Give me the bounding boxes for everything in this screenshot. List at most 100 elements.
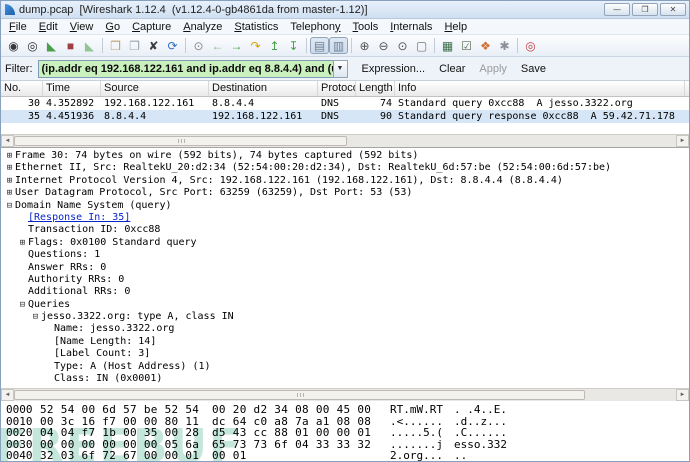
autoscroll-toggle-icon[interactable]: ▥ (329, 37, 348, 54)
column-header-info[interactable]: Info (395, 81, 685, 96)
close-file-icon[interactable]: ✘ (144, 37, 163, 54)
column-header-time[interactable]: Time (43, 81, 101, 96)
tree-row[interactable]: ⊟ Queries (1, 299, 689, 311)
open-file-icon[interactable]: ❒ (106, 37, 125, 54)
tree-row[interactable]: ⊞ Internet Protocol Version 4, Src: 192.1… (1, 175, 689, 187)
scrollbar-track[interactable] (14, 389, 676, 401)
go-forward-icon[interactable]: → (227, 37, 246, 54)
list-interfaces-icon[interactable]: ◉ (4, 37, 23, 54)
display-filter-icon[interactable]: ☑ (457, 37, 476, 54)
scroll-left-arrow-icon[interactable]: ◄ (1, 135, 14, 147)
collapse-minus-icon[interactable]: ⊟ (4, 200, 15, 212)
expand-plus-icon[interactable]: ⊞ (4, 162, 15, 174)
tree-row[interactable]: [Label Count: 3] (1, 348, 689, 360)
tree-row[interactable]: ⊞ Flags: 0x0100 Standard query (1, 237, 689, 249)
expand-plus-icon[interactable]: ⊞ (17, 237, 28, 249)
resize-columns-icon[interactable]: ▢ (412, 37, 431, 54)
tree-row[interactable]: Transaction ID: 0xcc88 (1, 224, 689, 236)
save-file-icon[interactable]: ❐ (125, 37, 144, 54)
apply-button[interactable]: Apply (479, 63, 507, 75)
menu-tools[interactable]: Tools (347, 21, 385, 33)
zoom-out-icon[interactable]: ⊖ (374, 37, 393, 54)
menu-internals[interactable]: Internals (384, 21, 438, 33)
menu-view[interactable]: View (64, 21, 100, 33)
expression-button[interactable]: Expression... (362, 63, 426, 75)
go-to-packet-icon[interactable]: ↷ (246, 37, 265, 54)
hex-ascii: 2.org... (390, 449, 443, 462)
response-in-link[interactable]: [Response In: 35] (28, 212, 130, 224)
detail-hscrollbar[interactable]: ◄ ► (1, 388, 689, 401)
menu-telephony[interactable]: Telephony (284, 21, 346, 33)
tree-row[interactable]: Answer RRs: 0 (1, 262, 689, 274)
tree-row[interactable]: Questions: 1 (1, 249, 689, 261)
menu-statistics[interactable]: Statistics (228, 21, 284, 33)
start-capture-icon[interactable]: ◣ (42, 37, 61, 54)
scroll-right-arrow-icon[interactable]: ► (676, 389, 689, 401)
scrollbar-track[interactable] (14, 135, 676, 147)
tree-row[interactable]: ⊞ Frame 30: 74 bytes on wire (592 bits), … (1, 150, 689, 162)
tree-row-label: Queries (28, 298, 71, 310)
go-back-icon[interactable]: ← (208, 37, 227, 54)
capture-options-icon[interactable]: ◎ (23, 37, 42, 54)
go-to-bottom-icon[interactable]: ↧ (284, 37, 303, 54)
menu-file[interactable]: File (3, 21, 33, 33)
expand-plus-icon[interactable]: ⊞ (4, 150, 15, 162)
tree-row[interactable]: Class: IN (0x0001) (1, 373, 689, 385)
menu-help[interactable]: Help (438, 21, 473, 33)
menu-edit[interactable]: Edit (33, 21, 64, 33)
hex-row-0040[interactable]: 0040 32 03 6f 72 67 00 00 01 00 01 2.org...… (1, 449, 689, 462)
menu-go[interactable]: Go (99, 21, 126, 33)
tree-row[interactable]: ⊞ Ethernet II, Src: RealtekU_20:d2:34 (52… (1, 162, 689, 174)
collapse-minus-icon[interactable]: ⊟ (17, 299, 28, 311)
collapse-minus-icon[interactable]: ⊟ (30, 311, 41, 323)
expand-plus-icon[interactable]: ⊞ (4, 175, 15, 187)
tree-row[interactable]: Name: jesso.3322.org (1, 323, 689, 335)
expand-plus-icon[interactable]: ⊞ (4, 187, 15, 199)
packet-row-30[interactable]: 30 4.352892 192.168.122.161 8.8.4.4 DNS 74 Sta… (1, 97, 689, 110)
hex-row-0020[interactable]: 0020 04 04 f7 1b 00 35 00 28 d5 43 cc 88 0… (1, 427, 689, 439)
tree-row-label: Questions: 1 (28, 249, 101, 261)
close-button[interactable]: ✕ (660, 3, 686, 16)
tree-row[interactable]: ⊟ jesso.3322.org: type A, class IN (1, 311, 689, 323)
filter-input[interactable]: (ip.addr eq 192.168.122.161 and ip.addr … (37, 59, 334, 78)
column-header-destination[interactable]: Destination (209, 81, 318, 96)
go-to-top-icon[interactable]: ↥ (265, 37, 284, 54)
minimize-button[interactable]: — (604, 3, 630, 16)
tree-row[interactable]: ⊟ Domain Name System (query) (1, 200, 689, 212)
zoom-100-icon[interactable]: ⊙ (393, 37, 412, 54)
stop-capture-icon[interactable]: ■ (61, 37, 80, 54)
preferences-icon[interactable]: ✱ (495, 37, 514, 54)
tree-row[interactable]: Type: A (Host Address) (1) (1, 361, 689, 373)
scrollbar-thumb[interactable] (14, 136, 347, 146)
coloring-rules-icon[interactable]: ❖ (476, 37, 495, 54)
tree-row[interactable]: [Response In: 35] (1, 212, 689, 224)
tree-row[interactable]: Additional RRs: 0 (1, 286, 689, 298)
column-header-protocol[interactable]: Protocol (318, 81, 356, 96)
restore-button[interactable]: ❐ (632, 3, 658, 16)
find-packet-icon[interactable]: ⊙ (189, 37, 208, 54)
packet-cell: 192.168.122.161 (212, 111, 303, 122)
filter-dropdown-button[interactable]: ▼ (332, 59, 348, 78)
scroll-right-arrow-icon[interactable]: ► (676, 135, 689, 147)
scrollbar-thumb[interactable] (14, 390, 586, 400)
tree-row[interactable]: ⊞ User Datagram Protocol, Src Port: 63259… (1, 187, 689, 199)
packet-list-hscrollbar[interactable]: ◄ ► (1, 134, 689, 147)
packet-row-35[interactable]: 35 4.451936 8.8.4.4 192.168.122.161 DNS 90 Sta… (1, 110, 689, 123)
save-button[interactable]: Save (521, 63, 546, 75)
tree-row[interactable]: Authority RRs: 0 (1, 274, 689, 286)
hex-row-0000[interactable]: 0000 52 54 00 6d 57 be 52 54 00 20 d2 34 0… (1, 404, 689, 416)
help-icon[interactable]: ◎ (521, 37, 540, 54)
menu-analyze[interactable]: Analyze (177, 21, 228, 33)
restart-capture-icon[interactable]: ◣ (80, 37, 99, 54)
column-header-source[interactable]: Source (101, 81, 209, 96)
menu-capture[interactable]: Capture (126, 21, 177, 33)
reload-icon[interactable]: ⟳ (163, 37, 182, 54)
colorize-toggle-icon[interactable]: ▤ (310, 37, 329, 54)
scroll-left-arrow-icon[interactable]: ◄ (1, 389, 14, 401)
column-header-length[interactable]: Length (356, 81, 395, 96)
capture-filter-icon[interactable]: ▦ (438, 37, 457, 54)
column-header-no[interactable]: No. (1, 81, 43, 96)
clear-button[interactable]: Clear (439, 63, 465, 75)
tree-row[interactable]: [Name Length: 14] (1, 336, 689, 348)
zoom-in-icon[interactable]: ⊕ (355, 37, 374, 54)
